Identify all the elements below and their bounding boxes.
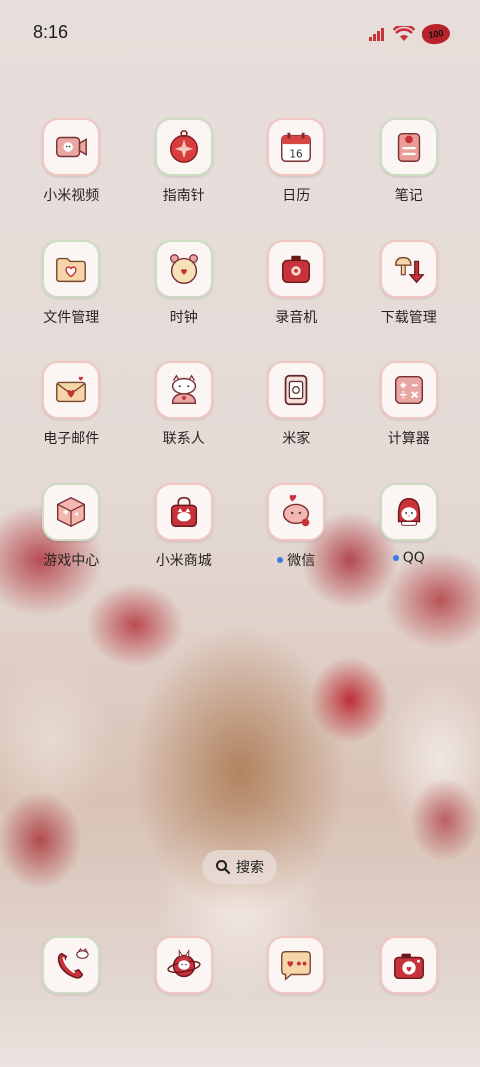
app-qq[interactable]: QQ [353, 483, 466, 605]
app-notes[interactable]: 笔记 [353, 118, 466, 240]
app-label: 指南针 [162, 188, 205, 204]
compass-icon [154, 118, 213, 176]
notification-dot [392, 555, 399, 562]
calculator-icon [379, 361, 438, 420]
app-label: 日历 [282, 188, 311, 204]
battery-icon: 100 [420, 22, 452, 46]
app-grid: 小米视频 指南针 16 日历 笔记 文件管理 时钟 录音机 下载管理 电子邮件 … [15, 118, 465, 605]
dock [15, 936, 465, 996]
app-contacts[interactable]: 联系人 [128, 361, 241, 483]
wifi-icon [393, 26, 415, 41]
app-label: 时钟 [169, 309, 198, 326]
folder-heart-icon [42, 239, 101, 298]
app-label: 联系人 [162, 431, 205, 448]
app-label: 计算器 [387, 431, 430, 448]
cat-contact-icon [154, 361, 213, 420]
messages-icon [267, 936, 326, 994]
app-calculator[interactable]: 计算器 [353, 361, 466, 483]
app-label: 游戏中心 [43, 553, 100, 570]
app-label: 米家 [282, 431, 311, 448]
app-email[interactable]: 电子邮件 [15, 361, 128, 483]
dock-browser[interactable] [128, 936, 241, 996]
app-label: 电子邮件 [43, 431, 100, 448]
app-clock[interactable]: 时钟 [128, 239, 241, 362]
download-arrow-icon [379, 239, 438, 298]
signal-icon [369, 28, 384, 41]
app-mi-video[interactable]: 小米视频 [15, 118, 128, 240]
app-label: 笔记 [394, 188, 423, 204]
game-cube-icon [42, 483, 101, 542]
battery-level: 100 [427, 28, 445, 40]
status-bar: 8:16 100 [0, 0, 480, 68]
app-wechat[interactable]: 微信 [240, 483, 353, 605]
search-button[interactable]: 搜索 [202, 850, 277, 884]
calendar-icon: 16 [267, 118, 326, 176]
app-file-manager[interactable]: 文件管理 [15, 239, 128, 362]
app-label: 小米视频 [43, 188, 100, 204]
status-icons: 100 [368, 22, 452, 46]
dock-camera[interactable] [353, 936, 466, 996]
app-compass[interactable]: 指南针 [128, 118, 241, 240]
app-label: 小米商城 [155, 553, 212, 570]
wechat-icon [267, 483, 326, 542]
calendar-date: 16 [290, 148, 303, 160]
video-camera-icon [42, 118, 101, 176]
app-label: 录音机 [275, 309, 318, 326]
app-game-center[interactable]: 游戏中心 [15, 483, 128, 605]
qq-penguin-icon [379, 483, 438, 542]
search-icon [216, 860, 231, 875]
shopping-bag-icon [154, 483, 213, 542]
dock-messages[interactable] [240, 936, 353, 996]
recorder-icon [267, 239, 326, 298]
app-label: QQ [402, 550, 425, 567]
app-label: 文件管理 [43, 309, 100, 326]
dock-phone[interactable] [15, 936, 128, 996]
search-label: 搜索 [236, 860, 264, 876]
app-mi-store[interactable]: 小米商城 [128, 483, 241, 605]
envelope-icon [42, 361, 101, 420]
notes-icon [379, 118, 438, 176]
browser-planet-icon [154, 936, 213, 994]
app-downloads[interactable]: 下载管理 [353, 239, 466, 362]
phone-icon [42, 936, 101, 994]
notification-dot [277, 557, 284, 564]
app-label: 下载管理 [380, 309, 437, 326]
alarm-clock-icon [154, 239, 213, 298]
app-recorder[interactable]: 录音机 [240, 239, 353, 362]
app-calendar[interactable]: 16 日历 [240, 118, 353, 240]
camera-icon [379, 936, 438, 994]
smart-home-icon [267, 361, 326, 420]
status-time: 8:16 [33, 22, 69, 42]
app-mi-home[interactable]: 米家 [240, 361, 353, 483]
app-label: 微信 [287, 553, 316, 570]
